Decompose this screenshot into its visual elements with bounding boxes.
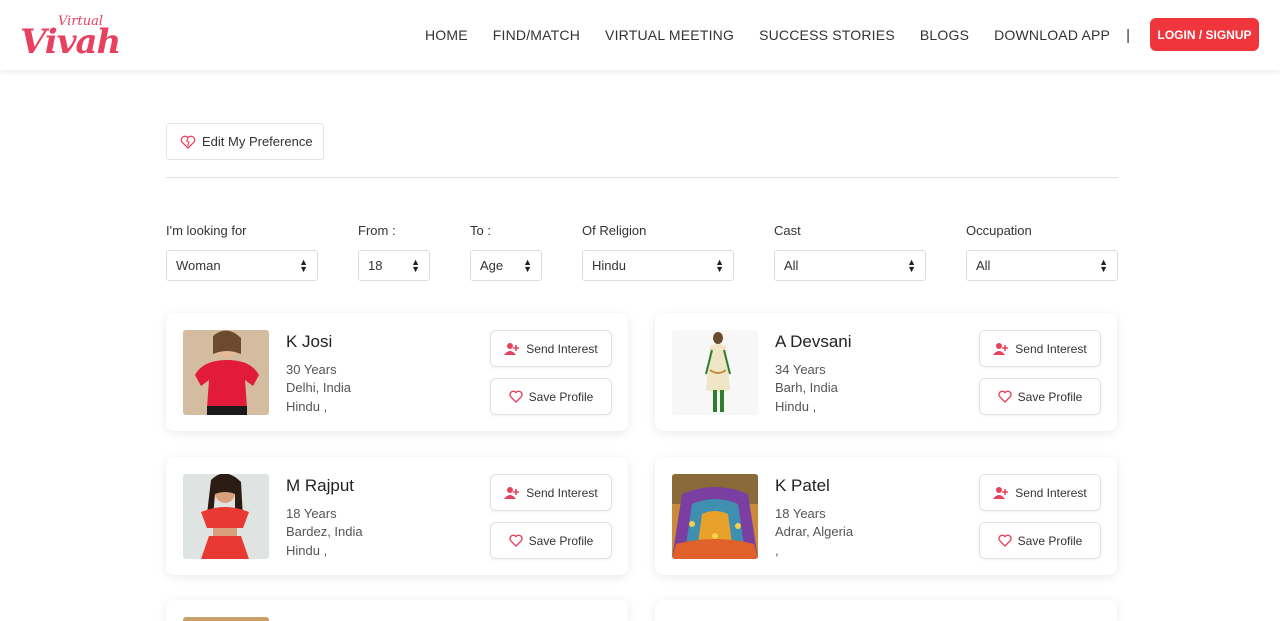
looking-for-select[interactable]: Woman ▲ ▼: [166, 250, 318, 281]
heart-icon: [180, 135, 196, 149]
from-age-select[interactable]: 18 ▲ ▼: [358, 250, 430, 281]
filter-looking-for-label: I'm looking for: [166, 223, 247, 238]
profile-photo[interactable]: [183, 330, 269, 415]
profile-location: Barh, India: [775, 380, 838, 395]
send-interest-button[interactable]: Send Interest: [490, 330, 612, 367]
profile-card-partial: [166, 600, 628, 621]
profile-card: A Devsani 34 Years Barh, India Hindu , S…: [655, 313, 1117, 431]
profile-name: A Devsani: [775, 332, 852, 351]
filter-occupation: Occupation All ▲ ▼: [966, 223, 1118, 281]
section-divider: [166, 177, 1118, 178]
send-interest-button[interactable]: Send Interest: [490, 474, 612, 511]
profile-location: Adrar, Algeria: [775, 524, 854, 539]
site-logo[interactable]: Vivah Virtual: [20, 14, 121, 64]
select-arrows-icon: ▲ ▼: [1099, 256, 1108, 274]
save-profile-label: Save Profile: [528, 533, 594, 548]
profile-location: Delhi, India: [286, 380, 352, 395]
religion-select[interactable]: Hindu ▲ ▼: [582, 250, 734, 281]
send-interest-label: Send Interest: [526, 485, 598, 500]
profile-photo[interactable]: [183, 474, 269, 559]
send-interest-label: Send Interest: [1015, 341, 1087, 356]
select-arrows-icon: ▲ ▼: [299, 256, 308, 274]
save-profile-button[interactable]: Save Profile: [979, 522, 1101, 559]
filter-from-age: From : 18 ▲ ▼: [358, 223, 430, 281]
filter-cast: Cast All ▲ ▼: [774, 223, 926, 281]
filter-to-age: To : Age ▲ ▼: [470, 223, 542, 281]
filter-from-label: From :: [358, 223, 396, 238]
filter-religion-label: Of Religion: [582, 223, 647, 238]
filter-religion: Of Religion Hindu ▲ ▼: [582, 223, 734, 281]
nav-virtual-meeting[interactable]: VIRTUAL MEETING: [605, 27, 734, 43]
filter-looking-for: I'm looking for Woman ▲ ▼: [166, 223, 318, 281]
occupation-select[interactable]: All ▲ ▼: [966, 250, 1118, 281]
login-signup-button[interactable]: LOGIN / SIGNUP: [1150, 18, 1259, 51]
profile-photo[interactable]: [183, 617, 269, 621]
religion-value: Hindu: [592, 258, 626, 273]
save-profile-button[interactable]: Save Profile: [490, 522, 612, 559]
profile-religion: Hindu ,: [286, 543, 328, 558]
edit-preference-button[interactable]: Edit My Preference: [166, 123, 324, 160]
filter-cast-label: Cast: [774, 223, 801, 238]
select-arrows-icon: ▲ ▼: [411, 256, 420, 274]
save-profile-button[interactable]: Save Profile: [490, 378, 612, 415]
profile-photo[interactable]: [672, 474, 758, 559]
profile-age: 30 Years: [286, 362, 337, 377]
profile-age: 34 Years: [775, 362, 826, 377]
nav-download-app[interactable]: DOWNLOAD APP: [994, 27, 1110, 43]
add-user-icon: [993, 342, 1009, 355]
send-interest-button[interactable]: Send Interest: [979, 474, 1101, 511]
profile-age: 18 Years: [775, 506, 826, 521]
select-arrows-icon: ▲ ▼: [523, 256, 532, 274]
heart-icon: [997, 390, 1012, 403]
profile-photo[interactable]: [672, 330, 758, 415]
profile-age: 18 Years: [286, 506, 337, 521]
add-user-icon: [504, 486, 520, 499]
edit-preference-label: Edit My Preference: [202, 134, 313, 149]
profile-location: Bardez, India: [286, 524, 363, 539]
select-arrows-icon: ▲ ▼: [715, 256, 724, 274]
profile-name: K Patel: [775, 476, 830, 495]
from-age-value: 18: [368, 258, 383, 273]
select-arrows-icon: ▲ ▼: [907, 256, 916, 274]
send-interest-button[interactable]: Send Interest: [979, 330, 1101, 367]
to-age-value: Age: [480, 258, 504, 273]
profile-card: K Patel 18 Years Adrar, Algeria , Send I…: [655, 457, 1117, 575]
profile-card-partial: [655, 600, 1117, 621]
heart-icon: [508, 390, 523, 403]
cast-value: All: [784, 258, 799, 273]
send-interest-label: Send Interest: [526, 341, 598, 356]
add-user-icon: [504, 342, 520, 355]
profile-card: M Rajput 18 Years Bardez, India Hindu , …: [166, 457, 628, 575]
add-user-icon: [993, 486, 1009, 499]
looking-for-value: Woman: [176, 258, 221, 273]
nav-separator: |: [1126, 26, 1130, 44]
profile-religion: Hindu ,: [775, 399, 817, 414]
profile-name: K Josi: [286, 332, 333, 351]
heart-icon: [508, 534, 523, 547]
nav-success-stories[interactable]: SUCCESS STORIES: [759, 27, 895, 43]
save-profile-label: Save Profile: [1017, 533, 1083, 548]
nav-blogs[interactable]: BLOGS: [920, 27, 969, 43]
profile-card: K Josi 30 Years Delhi, India Hindu , Sen…: [166, 313, 628, 431]
save-profile-button[interactable]: Save Profile: [979, 378, 1101, 415]
nav-find-match[interactable]: FIND/MATCH: [493, 27, 580, 43]
main-nav: HOME FIND/MATCH VIRTUAL MEETING SUCCESS …: [400, 0, 1130, 70]
to-age-select[interactable]: Age ▲ ▼: [470, 250, 542, 281]
cast-select[interactable]: All ▲ ▼: [774, 250, 926, 281]
site-header: Vivah Virtual HOME FIND/MATCH VIRTUAL ME…: [0, 0, 1280, 70]
filter-occupation-label: Occupation: [966, 223, 1032, 238]
filter-to-label: To :: [470, 223, 491, 238]
heart-icon: [997, 534, 1012, 547]
profile-name: M Rajput: [286, 476, 355, 495]
logo-small-text: Virtual: [58, 14, 104, 29]
save-profile-label: Save Profile: [528, 389, 594, 404]
send-interest-label: Send Interest: [1015, 485, 1087, 500]
nav-home[interactable]: HOME: [425, 27, 468, 43]
save-profile-label: Save Profile: [1017, 389, 1083, 404]
profile-religion: Hindu ,: [286, 399, 328, 414]
occupation-value: All: [976, 258, 991, 273]
profile-religion: ,: [775, 543, 779, 558]
